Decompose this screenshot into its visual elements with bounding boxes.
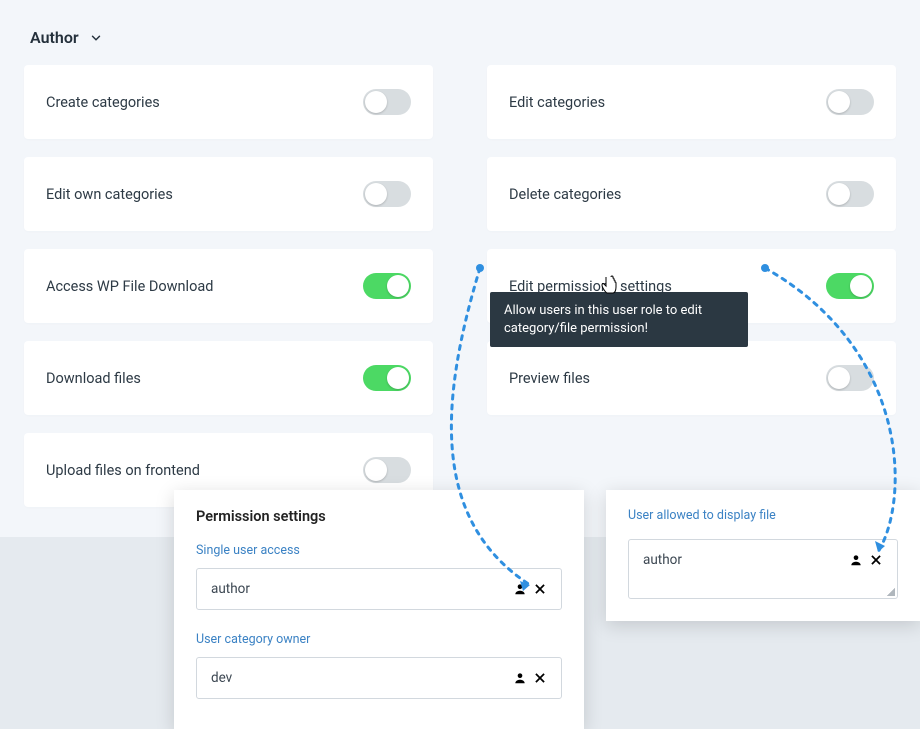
perm-label: Access WP File Download: [46, 278, 213, 295]
toggle-preview-files[interactable]: [826, 365, 874, 391]
perm-label: Upload files on frontend: [46, 462, 200, 479]
perm-edit-categories: Edit categories: [487, 65, 896, 139]
user-allowed-field[interactable]: author: [628, 539, 898, 599]
toggle-download-files[interactable]: [363, 365, 411, 391]
permission-settings-panel: Permission settings Single user access a…: [174, 490, 584, 729]
toggle-create-categories[interactable]: [363, 89, 411, 115]
user-icon[interactable]: [513, 582, 527, 596]
chevron-down-icon: [89, 31, 103, 45]
tooltip: Allow users in this user role to edit ca…: [490, 292, 748, 347]
perm-label: Preview files: [509, 370, 590, 387]
user-allowed-panel: User allowed to display file author: [606, 490, 920, 621]
close-icon[interactable]: [533, 582, 547, 596]
perm-label: Delete categories: [509, 186, 621, 203]
perm-label: Edit own categories: [46, 186, 173, 203]
close-icon[interactable]: [869, 553, 883, 567]
role-dropdown-label: Author: [30, 28, 79, 47]
field-label-single-user-access: Single user access: [196, 543, 562, 558]
single-user-access-field[interactable]: author: [196, 568, 562, 610]
permissions-panel: Author Create categories Edit categories…: [0, 0, 920, 537]
panel-title: Permission settings: [196, 508, 562, 525]
perm-preview-files: Preview files: [487, 341, 896, 415]
toggle-delete-categories[interactable]: [826, 181, 874, 207]
toggle-edit-categories[interactable]: [826, 89, 874, 115]
perm-label: Download files: [46, 370, 141, 387]
field-value: author: [643, 552, 682, 568]
user-icon[interactable]: [513, 671, 527, 685]
close-icon[interactable]: [533, 671, 547, 685]
toggle-upload-frontend[interactable]: [363, 457, 411, 483]
permissions-grid: Create categories Edit categories Edit o…: [24, 65, 896, 507]
perm-delete-categories: Delete categories: [487, 157, 896, 231]
toggle-edit-permissions[interactable]: [826, 273, 874, 299]
field-value: author: [211, 581, 250, 597]
pointer-cursor-icon: [600, 275, 618, 297]
toggle-access-wpfd[interactable]: [363, 273, 411, 299]
perm-download-files: Download files: [24, 341, 433, 415]
perm-create-categories: Create categories: [24, 65, 433, 139]
user-icon[interactable]: [849, 553, 863, 567]
perm-access-wpfd: Access WP File Download: [24, 249, 433, 323]
field-label-user-category-owner: User category owner: [196, 632, 562, 647]
toggle-edit-own-categories[interactable]: [363, 181, 411, 207]
perm-label: Edit categories: [509, 94, 605, 111]
field-value: dev: [211, 670, 232, 686]
panel-title: User allowed to display file: [628, 508, 898, 523]
user-category-owner-field[interactable]: dev: [196, 657, 562, 699]
perm-label: Create categories: [46, 94, 160, 111]
perm-edit-own-categories: Edit own categories: [24, 157, 433, 231]
role-dropdown[interactable]: Author: [24, 20, 896, 65]
